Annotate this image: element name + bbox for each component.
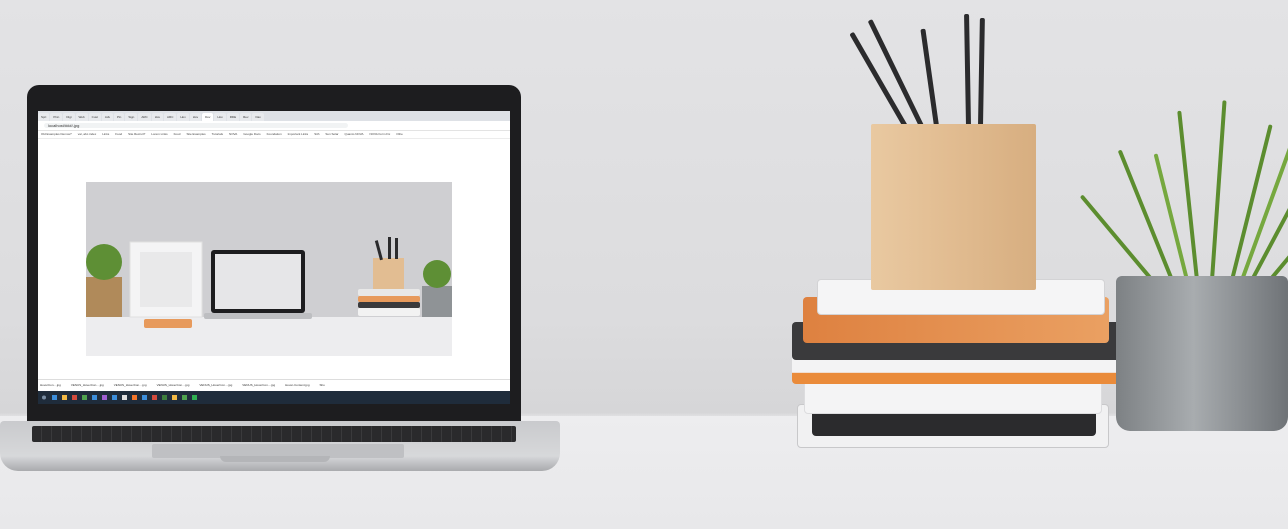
displayed-desk-photo [86,182,452,356]
browser-tab: Hov [214,113,226,121]
download-item: VENUS_HoverCon....jpg [156,383,190,387]
url-field: localhost/###/-jpg [44,123,348,128]
browser-tab: Pinn [50,113,63,121]
download-item: VENUS_HoverCon....jpg [242,383,276,387]
downloads-bar: HoverCon....jpg VENUS_HoverCon....jpg VENU… [38,379,510,391]
browser-tab: Sign [125,113,138,121]
plant-leaf [1117,149,1174,281]
browser-tab: Hov [189,113,202,121]
browser-tab: Spri [38,113,50,121]
download-item: Hover-Content.jpg [285,383,310,387]
bookmark-item: Lorem Links [151,132,168,136]
bookmark-item: Links [102,132,110,136]
bookmark-item: var, abc.index [77,132,97,136]
browser-tab-bar: Spri Pinn Digi Web Cust Adv Pin Sign ARC Hov ARC Ho… [38,111,510,121]
browser-tab: Dov [202,113,214,121]
laptop-keyboard [32,426,516,442]
wooden-pencil-holder [871,124,1036,290]
bookmark-item: Site Examples [186,132,206,136]
pencil [978,17,985,127]
browser-tab: Cust [88,113,101,121]
bookmark-item: Foundation [266,132,282,136]
bookmark-item: NOVA [229,132,238,136]
browser-tab: Dav [252,113,264,121]
browser-tab: Web [75,113,88,121]
taskbar [38,391,510,404]
bookmark-item: Google Docs [243,132,261,136]
bookmark-item: Othe [396,132,403,136]
download-item: VENUS_HoverCon....jpg [199,383,233,387]
browser-tab: ARC [164,113,177,121]
pencil [964,13,971,127]
browser-tab: Adv [101,113,113,121]
browser-tab: Rev [240,113,252,121]
download-item: HoverCon....jpg [40,383,61,387]
laptop-front-notch [220,456,330,462]
bookmark-item: Food [115,132,123,136]
laptop-screen: Spri Pinn Digi Web Cust Adv Pin Sign ARC Hov ARC Ho… [38,111,510,404]
taskbar-icons [42,395,197,400]
download-item: VENUS_HoverCon....jpg [70,383,104,387]
browser-tab: Hov [151,113,164,121]
bookmark-item: Sith [314,132,320,136]
browser-tab: Digi [63,113,75,121]
inner-photo-illustration [86,182,452,356]
bookmark-item: Site Recruit? [128,132,146,136]
browser-tab: Hov [177,113,189,121]
desk-scene-photo: Spri Pinn Digi Web Cust Adv Pin Sign ARC Hov ARC Ho… [0,0,1288,529]
bookmarks-bar: Old Examples Demos? var, abc.index Links Fo… [38,131,510,139]
pencil [920,28,939,127]
bookmark-item: Quanto NOVA [344,132,364,136]
download-item: Sho [319,383,325,387]
browser-tab: ARC [138,113,151,121]
bookmark-item: Important Links [287,132,309,136]
bookmark-item: Food [173,132,181,136]
browser-address-bar: localhost/###/-jpg [38,121,510,131]
browser-tab: RDE [226,113,240,121]
bookmark-item: Tutorials [211,132,224,136]
browser-tab: Pin [114,113,125,121]
metal-plant-pot [1116,276,1288,431]
download-item: VENUS_HoverCon....jpg [113,383,147,387]
bookmark-item: Sun Solar [325,132,339,136]
bookmark-item: NOVA Form Fix [369,132,391,136]
plant-leaf [1210,100,1227,281]
bookmark-item: Old Examples Demos? [41,132,72,136]
